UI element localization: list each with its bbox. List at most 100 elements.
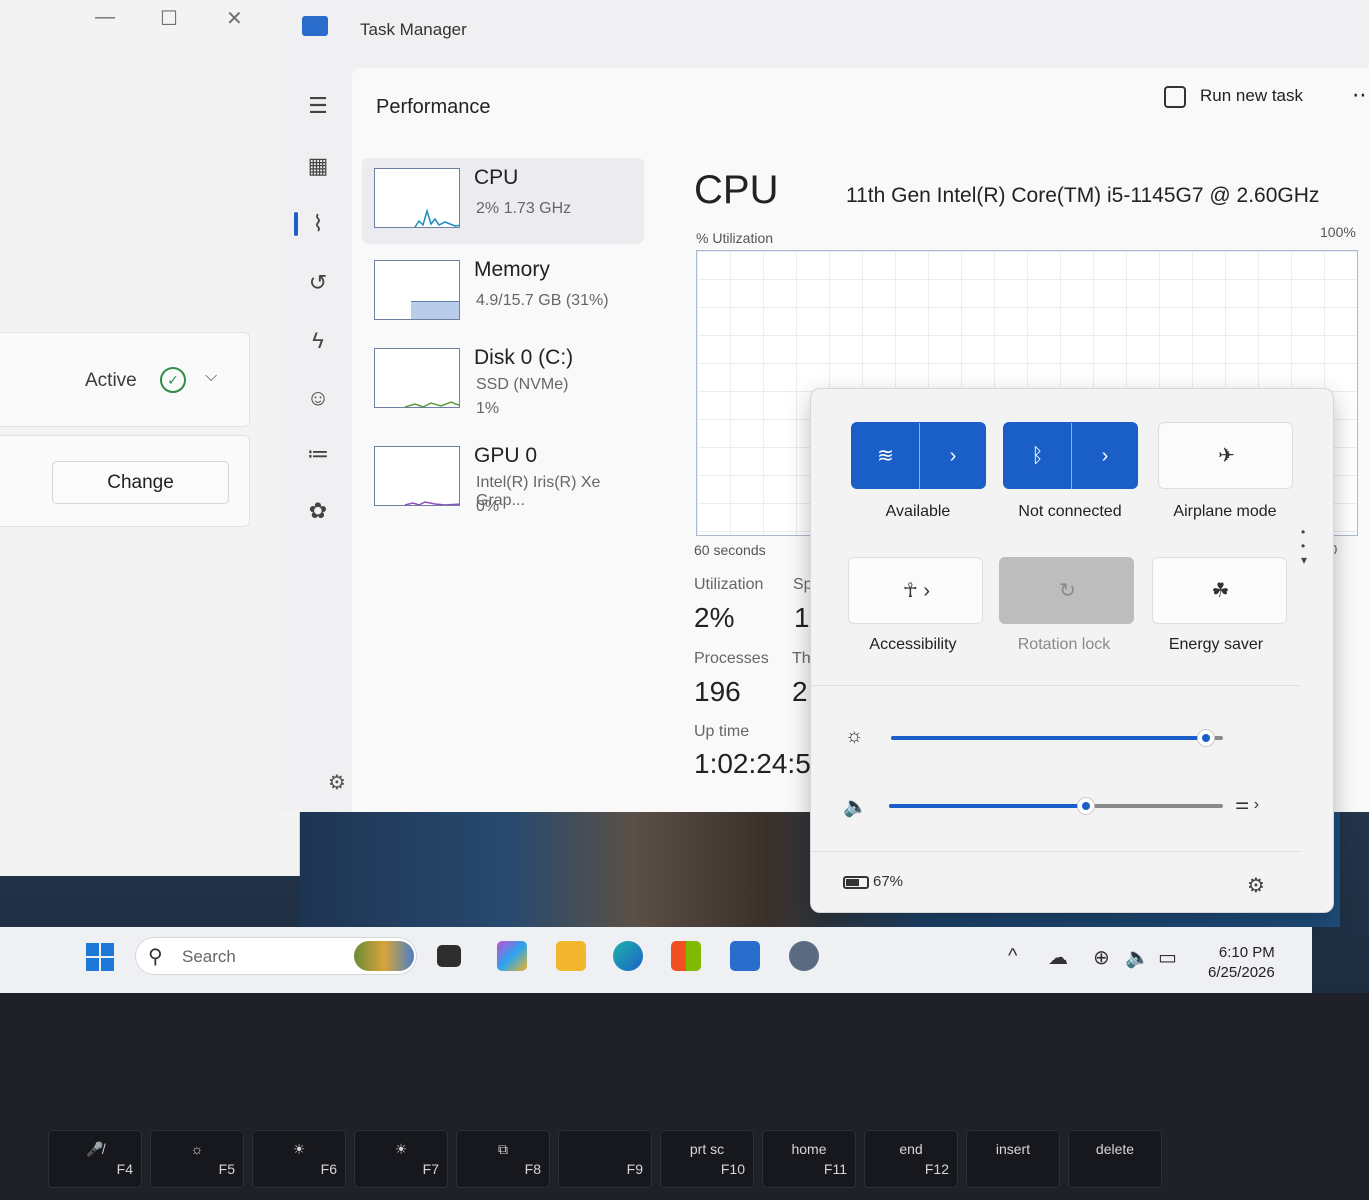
chevron-right-icon[interactable]: › — [1071, 423, 1139, 490]
settings-app-icon[interactable] — [789, 941, 819, 971]
wifi-icon[interactable]: ≋ — [852, 423, 919, 490]
rotation-lock-tile[interactable]: ↻ — [999, 557, 1134, 624]
bluetooth-tile[interactable]: ᛒ › — [1003, 422, 1139, 490]
processes-label: Processes — [694, 650, 769, 667]
key-delete: delete — [1068, 1130, 1162, 1188]
details-icon[interactable]: ≔ — [302, 438, 334, 470]
clock[interactable]: 6:10 PM 6/25/2026 — [1208, 943, 1275, 983]
detail-heading: CPU — [694, 168, 779, 212]
volume-fill — [889, 804, 1086, 808]
minimize-button[interactable]: — — [95, 6, 115, 29]
edge-icon[interactable] — [613, 941, 643, 971]
battery-icon — [843, 875, 869, 889]
more-options-icon[interactable]: ⋯ — [1352, 82, 1369, 108]
key-bottom-label: F5 — [218, 1161, 235, 1177]
run-task-icon[interactable] — [1164, 86, 1186, 108]
task-view-icon[interactable] — [437, 945, 461, 967]
resource-disk[interactable]: Disk 0 (C:) SSD (NVMe) 1% — [362, 338, 644, 424]
resource-detail: 2% 1.73 GHz — [476, 200, 572, 217]
volume-slider[interactable] — [889, 797, 1223, 815]
accessibility-tile[interactable]: ☥ › — [848, 557, 983, 624]
brightness-slider[interactable] — [891, 729, 1223, 747]
search-box[interactable]: ⚲ Search — [135, 937, 417, 975]
tile-label: Available — [885, 503, 951, 520]
uptime-value: 1:02:24:5 — [694, 748, 811, 779]
chevron-up-icon[interactable]: ^ — [1008, 945, 1017, 968]
change-button[interactable]: Change — [52, 461, 229, 504]
settings-gear-icon[interactable]: ⚙ — [328, 770, 346, 795]
divider — [811, 685, 1301, 686]
resource-detail: SSD (NVMe) — [476, 376, 569, 393]
battery-status[interactable]: 67% — [843, 873, 903, 890]
processes-icon[interactable]: ▦ — [302, 150, 334, 182]
key-f9: F9 — [558, 1130, 652, 1188]
check-icon: ✓ — [160, 367, 186, 393]
cloud-off-icon[interactable]: ☁ — [1048, 945, 1068, 970]
key-f7: ☀ F7 — [354, 1130, 448, 1188]
volume-tray-icon[interactable]: 🔈 — [1125, 945, 1150, 970]
maximize-button[interactable]: ☐ — [160, 6, 178, 31]
memory-thumbnail-graph — [374, 260, 460, 320]
tile-label: Not connected — [1018, 503, 1122, 520]
nav-rail: ☰ ▦ ⌇ ↺ ϟ ☺ ≔ ✿ — [280, 60, 355, 812]
tile-label: Energy saver — [1168, 636, 1264, 653]
airplane-tile[interactable]: ✈ — [1158, 422, 1293, 489]
file-explorer-icon[interactable] — [556, 941, 586, 971]
accessibility-icon: ☥ › — [902, 580, 931, 602]
nav-selection-indicator — [294, 212, 298, 236]
hamburger-menu-icon[interactable]: ☰ — [302, 90, 334, 122]
resource-memory[interactable]: Memory 4.9/15.7 GB (31%) — [362, 250, 644, 336]
key-f4: 🎤̸ F4 — [48, 1130, 142, 1188]
microsoft-365-icon[interactable] — [497, 941, 527, 971]
app-history-icon[interactable]: ↺ — [302, 267, 334, 299]
settings-window: — ☐ ✕ Active ✓ ⌵ Change — [0, 0, 300, 876]
run-new-task-button[interactable]: Run new task — [1200, 86, 1303, 106]
start-button[interactable] — [86, 943, 114, 971]
resource-usage: 0% — [476, 498, 500, 515]
wifi-tile[interactable]: ≋ › — [851, 422, 987, 490]
settings-gear-icon[interactable]: ⚙ — [1247, 873, 1265, 898]
key-f6: ☀ F6 — [252, 1130, 346, 1188]
chevron-right-icon[interactable]: › — [919, 423, 987, 490]
gpu-thumbnail-graph — [374, 446, 460, 506]
clock-date: 6/25/2026 — [1208, 964, 1275, 981]
key-top-label: end — [899, 1141, 923, 1157]
brightness-thumb[interactable] — [1197, 729, 1215, 747]
users-icon[interactable]: ☺ — [302, 382, 334, 414]
key-bottom-label: F11 — [823, 1161, 847, 1177]
key-f12: end F12 — [864, 1130, 958, 1188]
task-manager-taskbar-icon[interactable] — [730, 941, 760, 971]
search-highlight-icon[interactable] — [354, 941, 414, 971]
resource-name: CPU — [474, 166, 519, 189]
search-placeholder: Search — [182, 947, 236, 966]
battery-tray-icon[interactable]: ▭ — [1158, 945, 1177, 970]
max-percent-label: 100% — [1320, 224, 1356, 240]
store-icon[interactable] — [671, 941, 701, 971]
key-top-label: delete — [1095, 1141, 1135, 1157]
sound-output-icon[interactable]: ⚌ › — [1235, 794, 1259, 814]
bluetooth-icon[interactable]: ᛒ — [1004, 423, 1071, 490]
key-f11: home F11 — [762, 1130, 856, 1188]
close-button[interactable]: ✕ — [226, 6, 243, 31]
clock-time: 6:10 PM — [1218, 944, 1275, 961]
resource-cpu[interactable]: CPU 2% 1.73 GHz — [362, 158, 644, 244]
volume-thumb[interactable] — [1077, 797, 1095, 815]
key-insert: insert — [966, 1130, 1060, 1188]
energy-saver-tile[interactable]: ☘ — [1152, 557, 1287, 624]
key-top-label: home — [791, 1141, 827, 1157]
tile-label: Accessibility — [869, 636, 957, 653]
page-dots[interactable]: • • ▾ — [1301, 525, 1307, 567]
startup-apps-icon[interactable]: ϟ — [302, 325, 334, 357]
chevron-down-icon[interactable]: ⌵ — [205, 368, 217, 386]
performance-icon[interactable]: ⌇ — [302, 208, 334, 240]
resource-gpu[interactable]: GPU 0 Intel(R) Iris(R) Xe Grap... 0% — [362, 436, 644, 522]
network-icon[interactable]: ⊕ — [1093, 945, 1110, 970]
window-title: Task Manager — [360, 20, 467, 39]
utilization-axis-label: % Utilization — [696, 230, 774, 246]
resource-name: Memory — [474, 258, 550, 281]
volume-icon[interactable]: 🔈 — [843, 794, 868, 819]
key-top-label: ⧉ — [498, 1141, 508, 1157]
resource-detail: Intel(R) Iris(R) Xe Grap... — [476, 474, 601, 509]
key-bottom-label: F8 — [524, 1161, 541, 1177]
services-icon[interactable]: ✿ — [302, 495, 334, 527]
